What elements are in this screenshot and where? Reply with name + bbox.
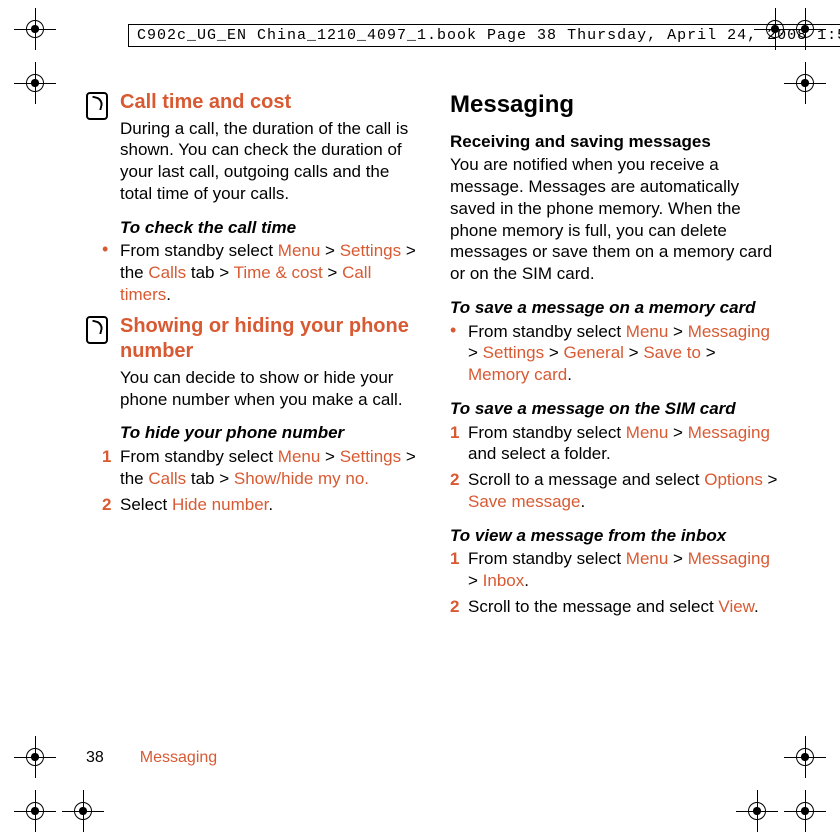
procedure-list: From standby select Menu > Messaging > S… [450, 321, 780, 386]
phone-signal-icon [86, 92, 108, 120]
registration-mark-icon [22, 16, 48, 42]
procedure-list: From standby select Menu > Settings > th… [86, 240, 416, 305]
registration-mark-icon [744, 798, 770, 824]
registration-mark-icon [22, 744, 48, 770]
left-column: Call time and cost During a call, the du… [86, 90, 416, 768]
procedure-list: 1 From standby select Menu > Messaging >… [450, 548, 780, 617]
procedure-title: To hide your phone number [86, 422, 416, 444]
registration-mark-icon [792, 744, 818, 770]
step-number: 2 [102, 494, 111, 516]
list-item: 2 Scroll to a message and select Options… [450, 469, 780, 513]
registration-mark-icon [22, 70, 48, 96]
menu-path: Menu [278, 241, 321, 260]
list-item: 1 From standby select Menu > Messaging a… [450, 422, 780, 466]
registration-mark-icon [792, 70, 818, 96]
list-item: From standby select Menu > Messaging > S… [450, 321, 780, 386]
section-call-time-cost: Call time and cost During a call, the du… [86, 90, 416, 205]
page-title: Messaging [450, 90, 780, 121]
procedure-list: 1 From standby select Menu > Settings > … [86, 446, 416, 515]
registration-mark-icon [22, 798, 48, 824]
subsection-title: Receiving and saving messages [450, 131, 780, 153]
section-title: Call time and cost [120, 90, 416, 116]
step-text: From standby select [120, 241, 278, 260]
step-number: 1 [102, 446, 111, 468]
section-show-hide-number: Showing or hiding your phone number You … [86, 314, 416, 411]
body-text: During a call, the duration of the call … [120, 118, 416, 205]
list-item: 2 Select Hide number. [102, 494, 416, 516]
list-item: 1 From standby select Menu > Settings > … [102, 446, 416, 490]
body-text: You can decide to show or hide your phon… [120, 367, 416, 411]
phone-signal-icon [86, 316, 108, 344]
list-item: 2 Scroll to the message and select View. [450, 596, 780, 618]
list-item: From standby select Menu > Settings > th… [102, 240, 416, 305]
step-number: 1 [450, 422, 459, 444]
step-number: 1 [450, 548, 459, 570]
procedure-title: To save a message on the SIM card [450, 398, 780, 420]
registration-mark-icon [792, 16, 818, 42]
page-number: 38 [86, 749, 104, 766]
procedure-list: 1 From standby select Menu > Messaging a… [450, 422, 780, 513]
step-number: 2 [450, 596, 459, 618]
procedure-title: To save a message on a memory card [450, 297, 780, 319]
page-footer: 38 Messaging [86, 748, 217, 768]
list-item: 1 From standby select Menu > Messaging >… [450, 548, 780, 592]
doc-build-header: C902c_UG_EN China_1210_4097_1.book Page … [128, 24, 840, 47]
right-column: Messaging Receiving and saving messages … [450, 90, 780, 768]
page-content: Call time and cost During a call, the du… [86, 90, 780, 768]
procedure-title: To check the call time [86, 217, 416, 239]
registration-mark-icon [70, 798, 96, 824]
procedure-title: To view a message from the inbox [450, 525, 780, 547]
footer-section-title: Messaging [140, 749, 217, 766]
body-text: You are notified when you receive a mess… [450, 154, 780, 285]
registration-mark-icon [792, 798, 818, 824]
step-number: 2 [450, 469, 459, 491]
section-title: Showing or hiding your phone number [120, 314, 416, 365]
